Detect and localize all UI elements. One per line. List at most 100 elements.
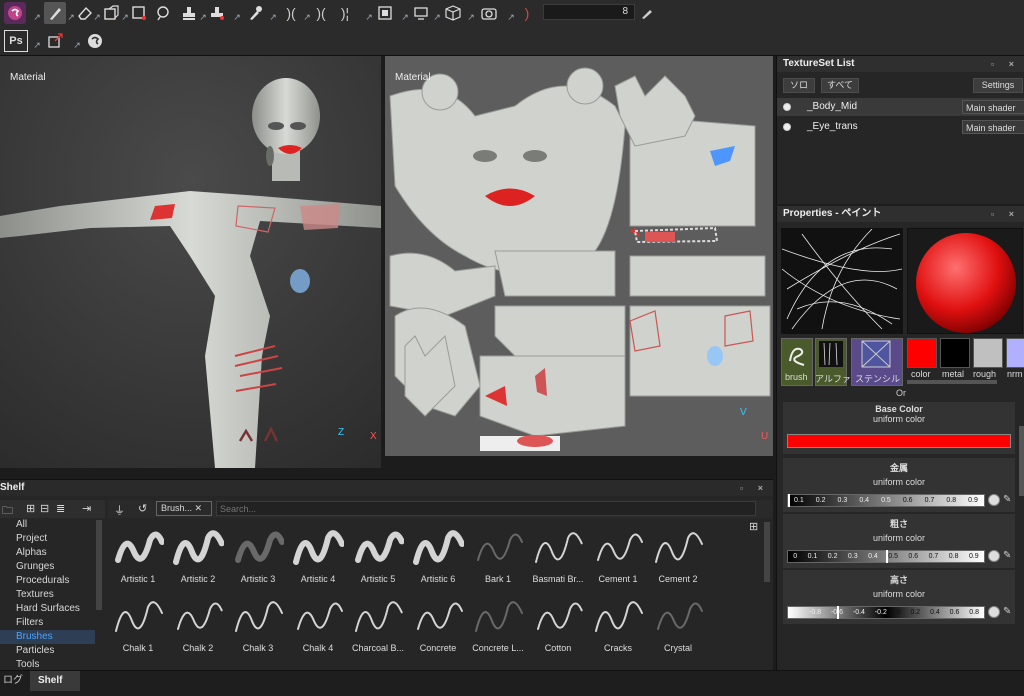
projection-icon[interactable] — [100, 2, 122, 24]
brush-thumbnail[interactable]: Cement 1 — [588, 522, 648, 592]
symmetry-icon[interactable]: )( — [280, 2, 302, 24]
random-icon[interactable] — [988, 550, 1000, 562]
brush-thumbnail[interactable]: Chalk 1 — [108, 591, 168, 661]
popout-icon[interactable]: ↗ — [432, 6, 442, 28]
base-color-swatch[interactable] — [787, 434, 1011, 448]
pencil-icon[interactable]: ✎ — [1003, 550, 1011, 561]
shader-select[interactable]: Main shader — [962, 120, 1024, 134]
brush-thumbnail[interactable]: Charcoal B... — [348, 591, 408, 661]
viewport-2d[interactable]: Material V U — [385, 56, 773, 456]
popout-icon[interactable]: ↗ — [32, 34, 42, 56]
export-icon[interactable]: ⇥ — [82, 502, 91, 515]
category-item[interactable]: Hard Surfaces — [16, 602, 80, 616]
screenshot-icon[interactable] — [478, 2, 500, 24]
shader-select[interactable]: Main shader — [962, 100, 1024, 114]
library-icon[interactable]: ≣ — [56, 502, 65, 515]
brush-thumbnail[interactable]: Bark 1 — [468, 522, 528, 592]
visibility-radio[interactable] — [783, 103, 791, 111]
substance-logo-icon[interactable] — [4, 2, 26, 24]
filter-icon[interactable]: ⏚ — [114, 502, 125, 518]
settings-button[interactable]: Settings — [973, 78, 1023, 93]
random-icon[interactable] — [988, 606, 1000, 618]
smudge-icon[interactable] — [152, 2, 174, 24]
shelf-scrollbar[interactable] — [764, 522, 770, 582]
tab-shelf[interactable]: Shelf — [30, 671, 80, 691]
channel-swatch-nrm[interactable] — [1006, 338, 1024, 368]
category-item[interactable]: Textures — [16, 588, 54, 602]
popout-icon[interactable]: ↗ — [400, 6, 410, 28]
popout-icon[interactable]: ↗ — [268, 6, 278, 28]
pressure-icon[interactable]: ) — [516, 2, 538, 24]
brush-thumbnail[interactable]: Artistic 3 — [228, 522, 288, 592]
viewport-icon[interactable] — [410, 2, 432, 24]
brush-thumbnail[interactable]: Cracks — [588, 591, 648, 661]
brush-thumbnail[interactable]: Artistic 4 — [288, 522, 348, 592]
brush-thumbnail[interactable]: Artistic 1 — [108, 522, 168, 592]
random-icon[interactable] — [988, 494, 1000, 506]
paint-brush-icon[interactable] — [44, 2, 66, 24]
color-picker-icon[interactable] — [244, 2, 266, 24]
filter-tag[interactable]: Brush... ✕ — [156, 501, 212, 516]
category-item[interactable]: Brushes — [0, 630, 95, 644]
height-slider[interactable]: -1-0.8-0.6-0.4-0.200.20.40.60.8 — [787, 606, 985, 619]
category-item[interactable]: All — [16, 518, 27, 532]
popout-icon[interactable]: ↗ — [466, 6, 476, 28]
brush-thumbnail[interactable]: Concrete L... — [468, 591, 528, 661]
channel-swatch-color[interactable] — [907, 338, 937, 368]
import-icon[interactable]: ⊞ — [26, 502, 35, 515]
visibility-radio[interactable] — [783, 123, 791, 131]
reset-filter-icon[interactable]: ↺ — [138, 502, 147, 515]
new-folder-icon[interactable]: ⊟ — [40, 502, 49, 515]
brush-thumbnail[interactable]: Artistic 2 — [168, 522, 228, 592]
polygon-fill-icon[interactable] — [128, 2, 150, 24]
symmetry-mirror-icon[interactable]: )¦ — [334, 2, 356, 24]
slider-marker[interactable] — [886, 550, 888, 563]
rough-slider[interactable]: 0 0.1 0.2 0.3 0.4 0.5 0.6 0.7 0.8 0.9 — [787, 550, 985, 563]
properties-scrollbar[interactable] — [1019, 426, 1024, 496]
popout-icon[interactable]: ↗ — [232, 6, 242, 28]
brush-thumbnail[interactable]: Chalk 4 — [288, 591, 348, 661]
cube-icon[interactable] — [442, 2, 464, 24]
popout-icon[interactable]: ↗ — [364, 6, 374, 28]
material-picker-icon[interactable] — [206, 2, 228, 24]
brush-thumbnail[interactable]: Chalk 3 — [228, 591, 288, 661]
category-item[interactable]: Filters — [16, 616, 43, 630]
viewport-3d[interactable]: Material Z X — [0, 56, 381, 468]
channel-scrollbar[interactable] — [907, 380, 997, 384]
channel-swatch-metal[interactable] — [940, 338, 970, 368]
material-preview[interactable] — [907, 228, 1023, 334]
symmetry-x-icon[interactable]: )( — [310, 2, 332, 24]
clone-stamp-icon[interactable] — [178, 2, 200, 24]
brush-thumbnail[interactable]: Artistic 6 — [408, 522, 468, 592]
category-scrollbar[interactable] — [96, 520, 102, 610]
substance-source-icon[interactable] — [84, 30, 106, 52]
export-icon[interactable] — [44, 30, 66, 52]
panel-controls-icon[interactable]: ▫ × — [740, 480, 769, 496]
textureset-row[interactable]: _Body_Mid Main shader — [777, 98, 1024, 116]
slider-marker[interactable] — [788, 494, 790, 507]
solo-button[interactable]: ソロ — [783, 78, 815, 93]
popout-icon[interactable]: ↗ — [506, 6, 516, 28]
metal-slider[interactable]: 0.1 0.2 0.3 0.4 0.5 0.6 0.7 0.8 0.9 — [787, 494, 985, 507]
brush-thumbnail[interactable]: Cotton — [528, 591, 588, 661]
popout-icon[interactable]: ↗ — [32, 6, 42, 28]
camera-2d-3d-icon[interactable] — [374, 2, 396, 24]
brush-thumbnail[interactable]: Cement 2 — [648, 522, 708, 592]
brush-thumbnail[interactable]: Concrete — [408, 591, 468, 661]
popout-icon[interactable]: ↗ — [72, 34, 82, 56]
pencil-icon[interactable]: ✎ — [1003, 606, 1011, 617]
brush-size-slider[interactable]: 8 — [543, 4, 635, 20]
category-item[interactable]: Alphas — [16, 546, 47, 560]
slider-marker[interactable] — [837, 606, 839, 619]
pencil-icon[interactable]: ✎ — [1003, 494, 1011, 505]
panel-controls-icon[interactable]: ▫ × — [991, 206, 1020, 222]
brush-thumbnail[interactable]: Artistic 5 — [348, 522, 408, 592]
shelf-search-input[interactable] — [216, 501, 756, 516]
brush-thumbnail[interactable]: Basmati Br... — [528, 522, 588, 592]
all-button[interactable]: すべて — [821, 78, 859, 93]
category-item[interactable]: Procedurals — [16, 574, 69, 588]
category-item[interactable]: Particles — [16, 644, 54, 658]
photoshop-export-icon[interactable]: Ps — [4, 30, 28, 52]
brush-preview[interactable] — [781, 228, 903, 334]
pencil-icon[interactable] — [636, 2, 658, 24]
